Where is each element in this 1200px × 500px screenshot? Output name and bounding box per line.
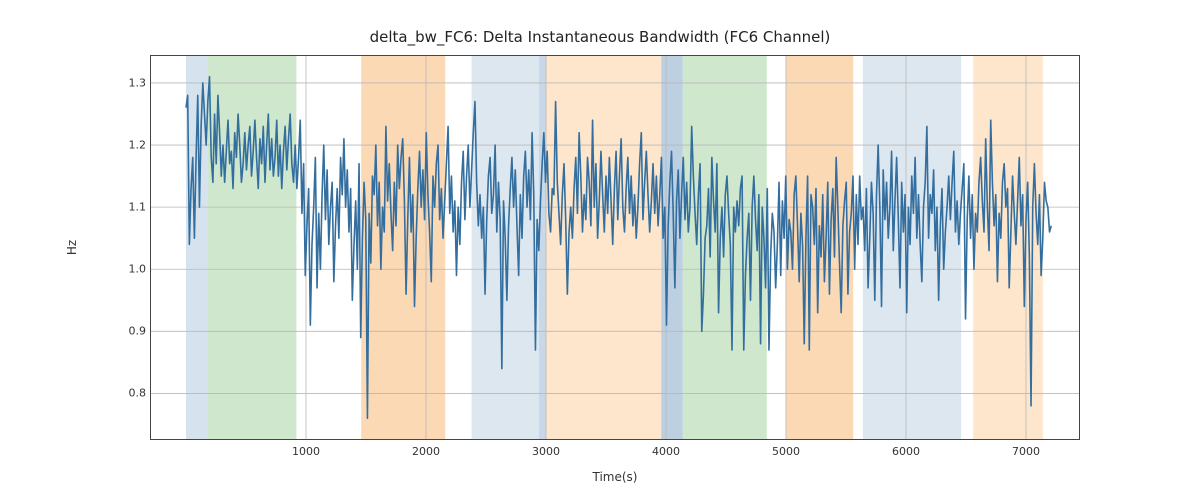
- ytick-label: 1.0: [110, 263, 146, 276]
- ytick-label: 1.1: [110, 201, 146, 214]
- band: [863, 55, 961, 440]
- figure: delta_bw_FC6: Delta Instantaneous Bandwi…: [0, 0, 1200, 500]
- xtick-label: 5000: [772, 445, 800, 458]
- ytick-label: 1.2: [110, 139, 146, 152]
- band: [208, 55, 297, 440]
- xtick-label: 6000: [892, 445, 920, 458]
- axes: [150, 55, 1080, 440]
- band: [661, 55, 683, 440]
- x-axis-label: Time(s): [150, 470, 1080, 484]
- chart-title: delta_bw_FC6: Delta Instantaneous Bandwi…: [0, 28, 1200, 46]
- xtick-label: 4000: [652, 445, 680, 458]
- ytick-label: 1.3: [110, 76, 146, 89]
- xtick-label: 3000: [532, 445, 560, 458]
- band: [683, 55, 767, 440]
- ytick-label: 0.9: [110, 325, 146, 338]
- xtick-label: 2000: [412, 445, 440, 458]
- band: [539, 55, 546, 440]
- plot-svg: [150, 55, 1080, 440]
- background-bands: [186, 55, 1043, 440]
- band: [546, 55, 661, 440]
- xtick-label: 1000: [292, 445, 320, 458]
- xtick-label: 7000: [1012, 445, 1040, 458]
- ytick-label: 0.8: [110, 387, 146, 400]
- y-axis-label: Hz: [65, 55, 85, 440]
